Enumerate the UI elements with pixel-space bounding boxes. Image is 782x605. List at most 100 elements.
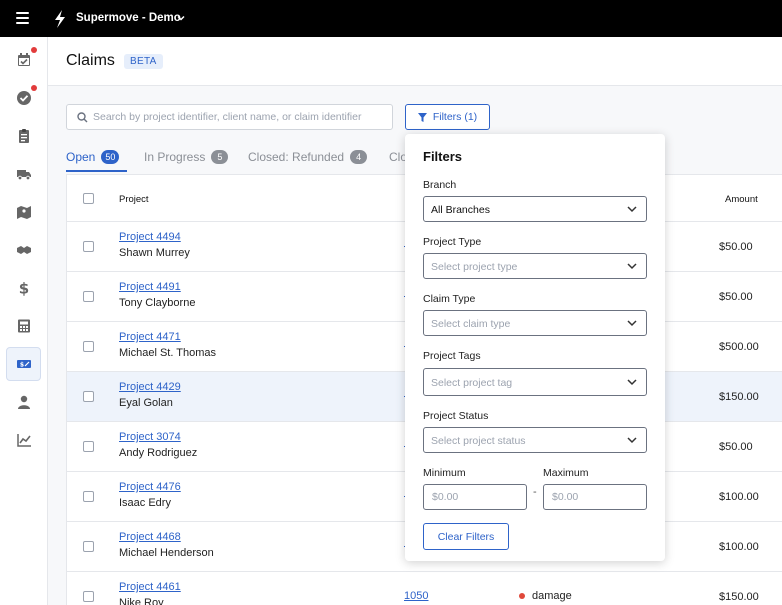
amount: $50.00 [719, 441, 753, 453]
svg-text:$: $ [18, 280, 28, 296]
tab-label: Closed: Refunded [248, 150, 345, 164]
clear-filters-button[interactable]: Clear Filters [423, 523, 509, 550]
search-box[interactable] [66, 104, 393, 130]
row-checkbox[interactable] [83, 391, 94, 402]
active-tab-indicator [66, 170, 127, 172]
claim-type-select[interactable]: Select claim type [423, 310, 647, 336]
svg-text:$: $ [19, 362, 23, 369]
claim-type-label: damage [532, 590, 572, 602]
filters-button-label: Filters (1) [432, 111, 478, 123]
project-tags-select[interactable]: Select project tag [423, 368, 647, 396]
column-header-project: Project [119, 194, 149, 205]
app-title[interactable]: Supermove - Demo [76, 12, 181, 24]
chevron-down-icon [627, 437, 637, 444]
select-all-checkbox[interactable] [83, 193, 94, 204]
tab-count: 50 [101, 150, 120, 164]
amount: $50.00 [719, 241, 753, 253]
client-name: Tony Clayborne [119, 297, 196, 309]
dollar-icon: $ [18, 280, 28, 296]
client-name: Andy Rodriguez [119, 447, 198, 459]
project-type-placeholder: Select project type [431, 261, 518, 273]
client-name: Eyal Golan [119, 397, 173, 409]
client-name: Michael St. Thomas [119, 347, 217, 359]
menu-icon[interactable] [16, 12, 29, 24]
filters-panel: Filters Branch All Branches Project Type… [405, 134, 665, 561]
project-type-label: Project Type [423, 236, 482, 248]
amount: $100.00 [719, 491, 759, 503]
maximum-field[interactable] [543, 484, 647, 510]
check-circle-icon [16, 91, 31, 105]
page-title: Claims [66, 52, 115, 69]
project-link[interactable]: Project 3074 [119, 431, 181, 443]
row-checkbox[interactable] [83, 291, 94, 302]
branch-label: Branch [423, 179, 457, 191]
amount: $150.00 [719, 391, 759, 403]
tab-closed-refunded[interactable]: Closed: Refunded 4 [248, 150, 368, 164]
sidebar-item-map[interactable] [6, 195, 41, 229]
branch-select[interactable]: All Branches [423, 196, 647, 222]
minimum-input[interactable] [424, 485, 526, 509]
supermove-logo-icon [55, 10, 65, 28]
minimum-field[interactable] [423, 484, 527, 510]
claim-number-link[interactable]: 1050 [404, 590, 428, 602]
project-link[interactable]: Project 4471 [119, 331, 181, 343]
clipboard-icon [18, 129, 29, 143]
maximum-input[interactable] [544, 485, 646, 509]
claims-ticket-icon: $ [16, 360, 31, 369]
project-link[interactable]: Project 4468 [119, 531, 181, 543]
amount: $100.00 [719, 541, 759, 553]
maximum-label: Maximum [543, 467, 589, 479]
sidebar: $ $ [0, 37, 48, 605]
calendar-check-icon [17, 53, 30, 66]
project-link[interactable]: Project 4461 [119, 581, 181, 593]
search-icon [77, 112, 88, 123]
amount: $150.00 [719, 591, 759, 603]
project-type-select[interactable]: Select project type [423, 253, 647, 279]
sidebar-item-reports[interactable] [6, 423, 41, 457]
client-name: Isaac Edry [119, 497, 171, 509]
tab-in-progress[interactable]: In Progress 5 [144, 150, 229, 164]
range-separator: - [533, 486, 537, 498]
project-link[interactable]: Project 4429 [119, 381, 181, 393]
sidebar-item-projects[interactable] [6, 119, 41, 153]
project-status-select[interactable]: Select project status [423, 427, 647, 453]
column-header-amount: Amount [725, 194, 758, 205]
amount: $50.00 [719, 291, 753, 303]
client-name: Michael Henderson [119, 547, 214, 559]
sidebar-item-users[interactable] [6, 385, 41, 419]
project-status-placeholder: Select project status [431, 435, 526, 447]
search-input[interactable] [93, 106, 389, 128]
row-checkbox[interactable] [83, 491, 94, 502]
filters-button[interactable]: Filters (1) [405, 104, 490, 130]
project-tags-placeholder: Select project tag [431, 377, 513, 389]
sidebar-item-claims[interactable]: $ [6, 347, 41, 381]
chevron-down-icon [627, 379, 637, 386]
notification-dot [31, 85, 37, 91]
project-link[interactable]: Project 4476 [119, 481, 181, 493]
row-checkbox[interactable] [83, 341, 94, 352]
client-name: Nike Roy [119, 597, 164, 605]
sidebar-item-billing[interactable]: $ [6, 271, 41, 305]
sidebar-item-calculator[interactable] [6, 309, 41, 343]
row-checkbox[interactable] [83, 241, 94, 252]
row-checkbox[interactable] [83, 591, 94, 602]
sidebar-item-customers[interactable] [6, 233, 41, 267]
tab-open[interactable]: Open 50 [66, 150, 120, 164]
beta-badge: BETA [124, 54, 163, 69]
map-icon [16, 206, 31, 219]
damage-status-dot [519, 593, 525, 599]
handshake-icon [16, 246, 31, 254]
claim-type-placeholder: Select claim type [431, 318, 511, 330]
sidebar-item-dispatch[interactable] [6, 157, 41, 191]
table-row[interactable]: Project 4461 Nike Roy 1050 damage $150.0… [67, 572, 782, 605]
filters-title: Filters [423, 149, 463, 164]
project-link[interactable]: Project 4491 [119, 281, 181, 293]
row-checkbox[interactable] [83, 441, 94, 452]
page-header: Claims BETA [48, 37, 782, 86]
client-name: Shawn Murrey [119, 247, 190, 259]
tab-label: In Progress [144, 150, 206, 164]
claim-type-label: Claim Type [423, 293, 476, 305]
chevron-down-icon[interactable] [176, 13, 186, 23]
project-link[interactable]: Project 4494 [119, 231, 181, 243]
row-checkbox[interactable] [83, 541, 94, 552]
